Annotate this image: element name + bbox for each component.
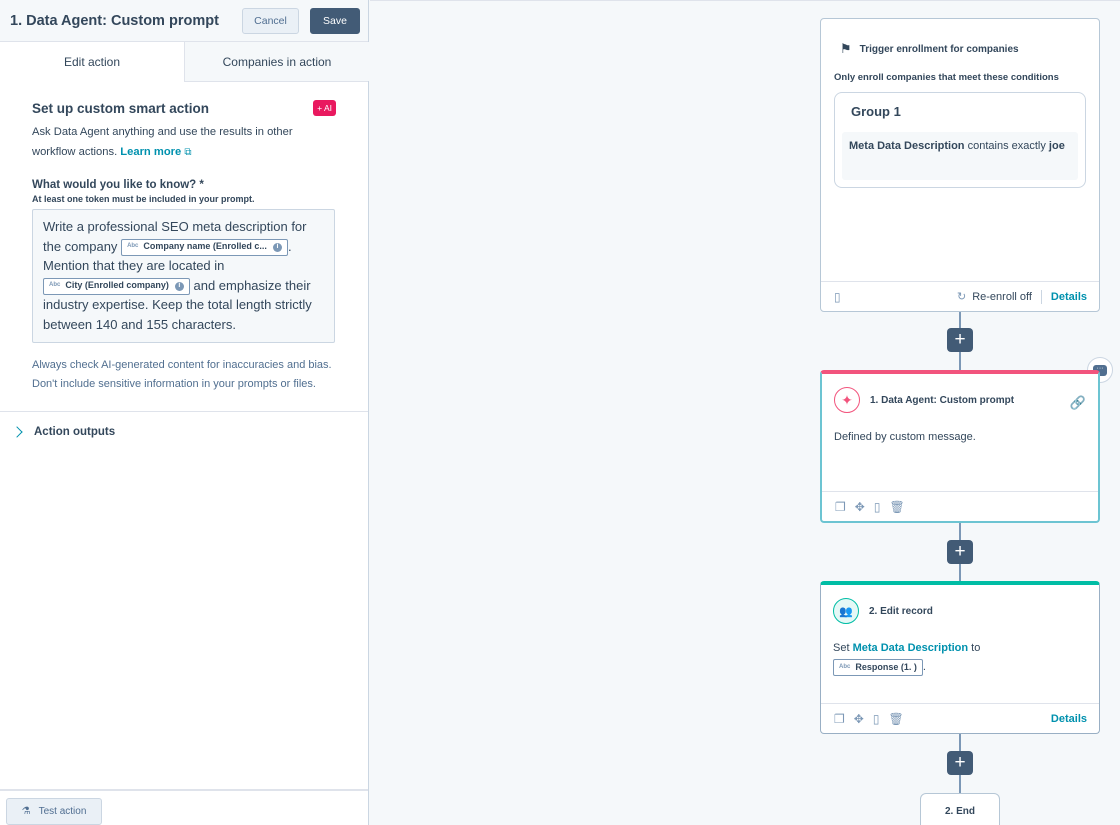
panel-title: 1. Data Agent: Custom prompt [10,12,219,29]
chevron-right-icon [11,426,23,438]
trigger-footer: ▯ ↻ Re-enroll off Details [821,281,1099,311]
token-response: Abc Response (1. ) [833,658,923,676]
action-outputs-label: Action outputs [34,426,116,438]
setup-description: Ask Data Agent anything and use the resu… [32,122,335,163]
action-body: Set Meta Data Description to Abc Response… [833,639,980,677]
condition-property: Meta Data Description [849,140,965,152]
copy-icon[interactable]: ❐ [834,712,845,726]
action-footer: ❐ ✥ ▯ 🗑 Details [821,703,1099,733]
test-action-button[interactable]: ⚗ Test action [6,798,102,825]
reenroll-status[interactable]: ↻ Re-enroll off [956,289,1042,304]
action-header: 👥 2. Edit record [833,598,933,624]
action-details-link[interactable]: Details [1051,713,1087,725]
tab-bar: Edit action Companies in action [0,42,369,82]
clipboard-icon[interactable]: ▯ [834,290,841,304]
action-header: ✦ 1. Data Agent: Custom prompt [834,387,1014,413]
filter-condition: Meta Data Description contains exactly j… [842,132,1078,180]
text-token-icon: Abc [839,663,851,670]
group-title: Group 1 [851,104,901,119]
trigger-heading: ⚑ Trigger enrollment for companies [840,41,1019,57]
setup-title: Set up custom smart action [32,100,210,116]
action-card-data-agent[interactable]: ✦ 1. Data Agent: Custom prompt 🔗 Defined… [820,370,1100,523]
action-footer: ❐ ✥ ▯ 🗑 [822,491,1098,521]
question-hint: At least one token must be included in y… [32,194,255,204]
action-title: 2. Edit record [869,605,933,617]
token-company-name[interactable]: Abc Company name (Enrolled c... i [121,238,288,256]
cancel-button[interactable]: Cancel [242,7,299,34]
action-editor-panel: 1. Data Agent: Custom prompt Cancel Save… [0,0,369,825]
flag-icon: ⚑ [840,41,852,56]
set-word: Set [833,642,850,654]
condition-group[interactable]: Group 1 Meta Data Description contains e… [834,92,1086,188]
move-icon[interactable]: ✥ [855,500,865,514]
token-label: Response (1. ) [855,661,917,672]
trigger-subheading: Only enroll companies that meet these co… [834,72,1059,83]
edit-action-form: Set up custom smart action + AI Ask Data… [0,100,368,394]
copy-icon[interactable]: ❐ [835,500,846,514]
question-label: What would you like to know? * [32,179,204,191]
add-action-button[interactable]: + [947,328,973,352]
setup-header: Set up custom smart action + AI [32,100,336,116]
move-icon[interactable]: ✥ [854,712,864,726]
action-body: Defined by custom message. [834,431,976,443]
property-link[interactable]: Meta Data Description [853,642,969,654]
trigger-details-link[interactable]: Details [1051,291,1087,303]
text-token-icon: Abc [49,282,61,289]
reenroll-label: Re-enroll off [972,290,1032,303]
delete-icon[interactable]: 🗑 [889,500,904,514]
people-icon: 👥 [833,598,859,624]
info-icon: i [272,242,282,252]
action-title: 1. Data Agent: Custom prompt [870,394,1015,406]
add-action-button[interactable]: + [947,751,973,775]
learn-more-link[interactable]: Learn more [120,146,181,158]
add-action-button[interactable]: + [947,540,973,564]
flask-icon: ⚗ [21,806,31,817]
test-action-label: Test action [38,806,87,817]
workflow-canvas[interactable]: + + + ⚑ Trigger enrollment for companies… [370,0,1120,825]
ai-sparkle-icon: ✦ [834,387,860,413]
tab-companies-in-action[interactable]: Companies in action [185,42,369,81]
clipboard-icon[interactable]: ▯ [874,500,881,514]
panel-header: 1. Data Agent: Custom prompt Cancel Save [0,0,368,42]
end-node: 2. End [920,793,1000,825]
action-card-edit-record[interactable]: 👥 2. Edit record Set Meta Data Descripti… [820,581,1100,734]
text-token-icon: Abc [127,243,139,250]
save-button[interactable]: Save [310,7,360,34]
info-icon: i [174,281,184,291]
ai-disclaimer: Always check AI-generated content for in… [32,359,332,390]
condition-operator: contains exactly [967,140,1046,152]
condition-value: joe [1048,140,1065,152]
to-word: to [971,642,981,654]
link-icon[interactable]: 🔗 [1070,395,1086,411]
tab-edit-action[interactable]: Edit action [0,42,185,82]
clipboard-icon[interactable]: ▯ [873,712,880,726]
token-label: City (Enrolled company) [65,280,169,291]
prompt-input[interactable]: Write a professional SEO meta descriptio… [32,209,335,343]
external-link-icon: ⧉ [184,147,192,158]
trigger-card[interactable]: ⚑ Trigger enrollment for companies Only … [820,18,1100,312]
canvas-top-border [370,0,1120,1]
token-label: Company name (Enrolled c... [143,241,267,252]
panel-footer: ⚗ Test action [0,789,368,825]
ai-badge: + AI [313,100,336,116]
trigger-title: Trigger enrollment for companies [859,43,1019,55]
refresh-icon: ↻ [956,291,967,303]
token-city[interactable]: Abc City (Enrolled company) i [43,277,190,295]
action-outputs-toggle[interactable]: Action outputs [0,412,368,438]
delete-icon[interactable]: 🗑 [888,712,903,726]
